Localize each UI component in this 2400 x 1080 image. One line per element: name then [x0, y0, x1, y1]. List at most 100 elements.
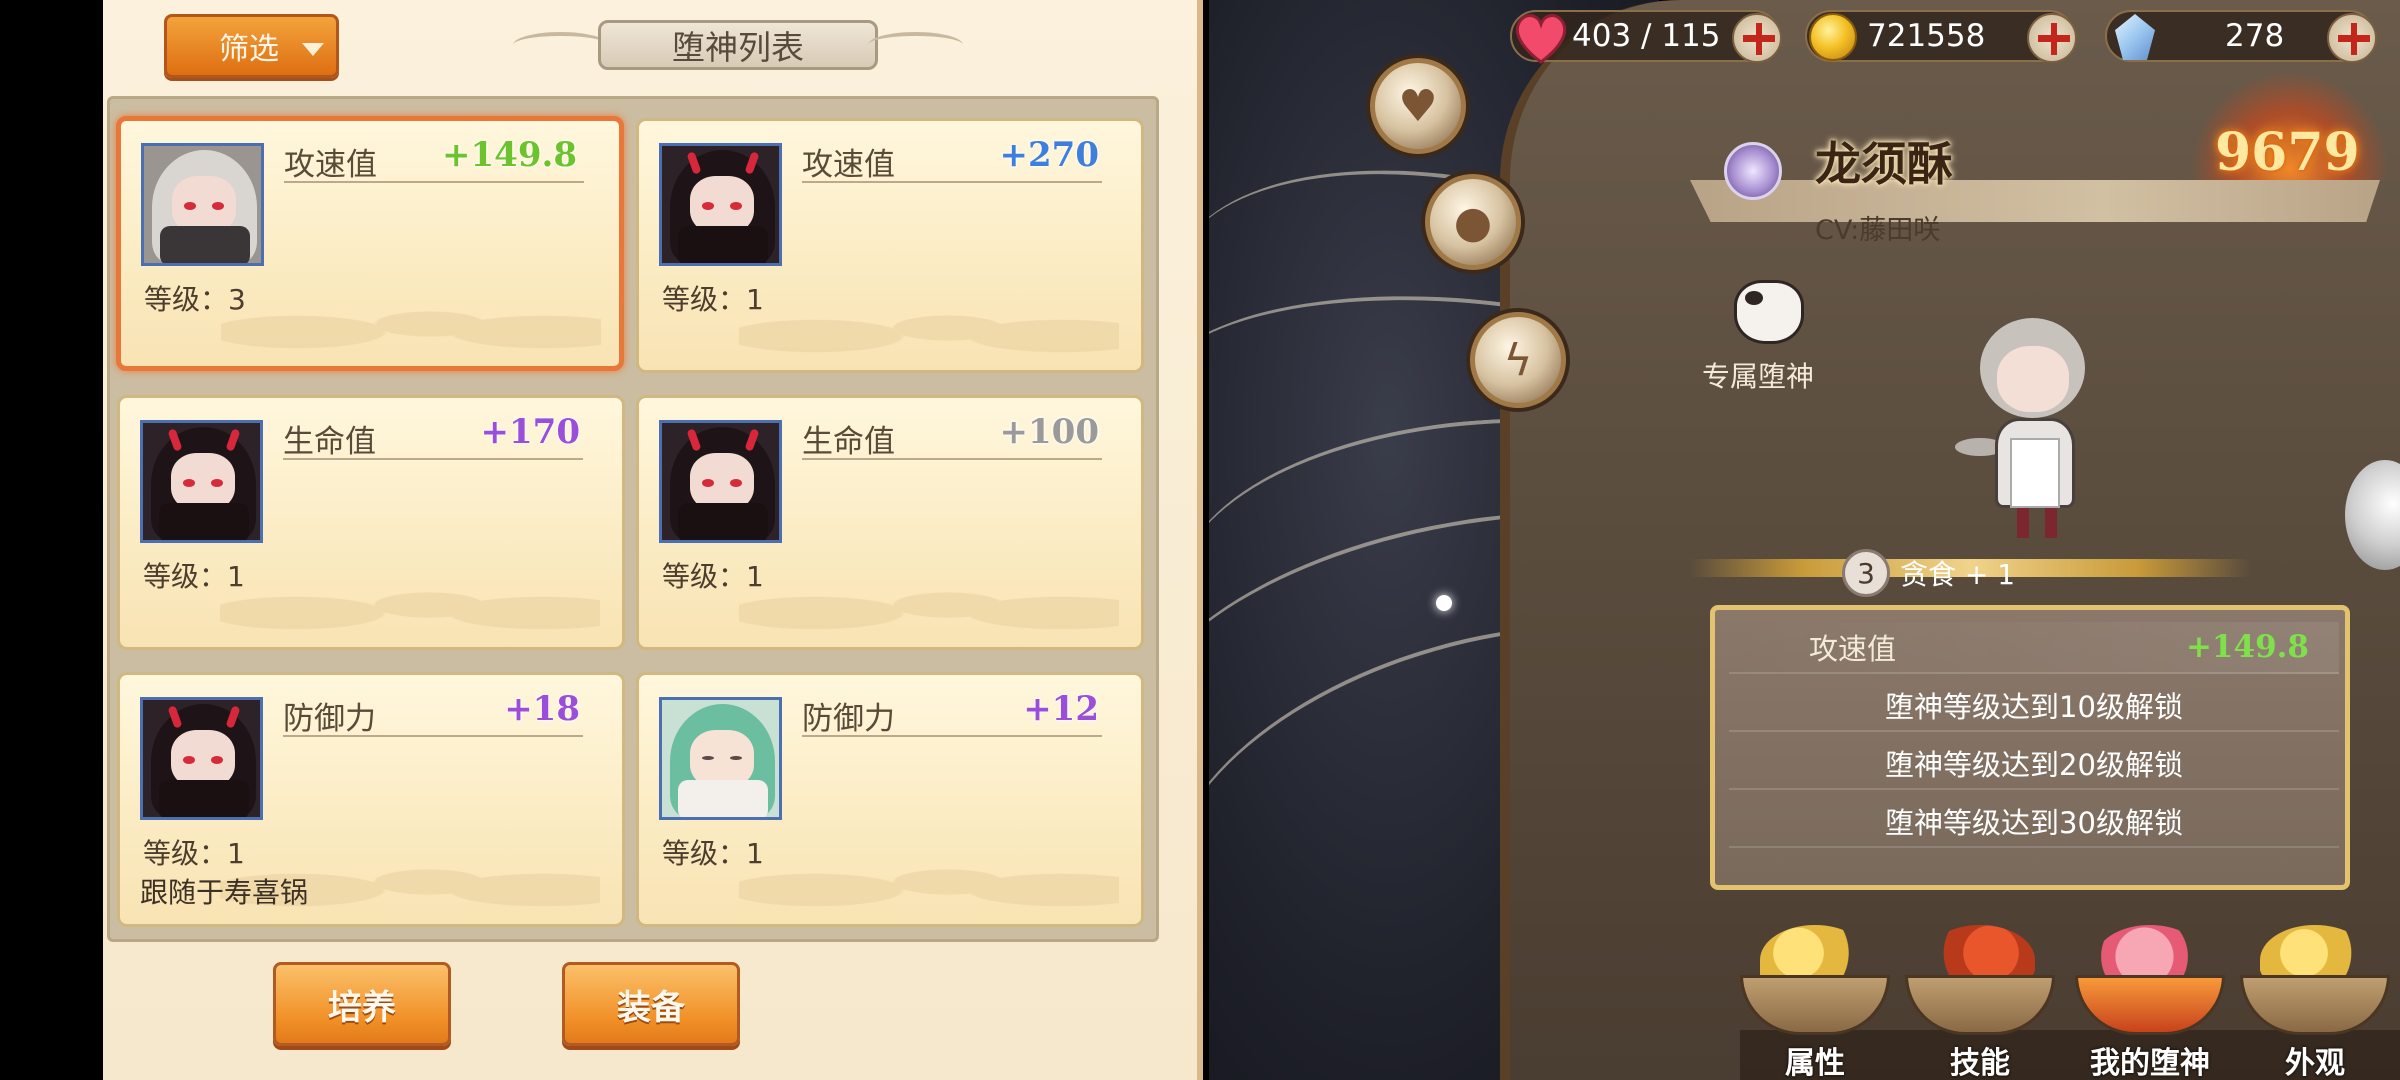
dull-god-card[interactable]: 防御力 +18 等级：1 跟随于寿喜锅 — [117, 672, 625, 927]
card-watermark — [739, 557, 1119, 637]
train-label: 培养 — [328, 987, 396, 1028]
dull-god-card[interactable]: 生命值 +170 等级：1 — [117, 395, 625, 650]
stamina-value: 403 / 115 — [1572, 18, 1721, 54]
stat-value: +170 — [480, 412, 580, 452]
level-text: 等级：1 — [143, 560, 245, 593]
exclusive-label: 专属堕神 — [1702, 360, 1815, 393]
train-button[interactable]: 培养 — [273, 962, 451, 1046]
coin-icon — [1809, 13, 1857, 61]
tab-skills[interactable] — [1905, 925, 2055, 1035]
tab-skills-label: 技能 — [1950, 1046, 2010, 1080]
equip-button[interactable]: 装备 — [562, 962, 740, 1046]
divider — [802, 458, 1102, 460]
list-title-plaque: 堕神列表 — [598, 20, 878, 70]
tab-appearance[interactable] — [2240, 925, 2390, 1035]
divider — [284, 181, 584, 183]
locked-text: 堕神等级达到10级解锁 — [1885, 690, 2183, 724]
demon-girl-icon — [140, 697, 263, 820]
level-text: 等级：3 — [144, 283, 246, 316]
level-text: 等级：1 — [662, 837, 764, 870]
maid-icon — [141, 143, 264, 266]
dull-god-card[interactable]: 生命值 +100 等级：1 — [636, 395, 1144, 650]
dull-god-card[interactable]: 攻速值 +149.8 等级：3 — [116, 116, 624, 371]
add-stamina-button[interactable] — [1732, 13, 1782, 63]
level-text: 等级：1 — [143, 837, 245, 870]
food-button[interactable]: ● — [1425, 174, 1521, 270]
attribute-name: 攻速值 — [1809, 632, 1897, 666]
gluttony-text: 贪食 + 1 — [1900, 558, 2016, 591]
gold-value: 721558 — [1867, 18, 1986, 54]
demon-girl-icon — [140, 420, 263, 543]
locked-attribute-row: 堕神等级达到10级解锁 — [1729, 680, 2339, 732]
stamina-counter: 403 / 115 — [1510, 10, 1782, 64]
tab-attributes[interactable] — [1740, 925, 1890, 1035]
heart-icon — [1515, 14, 1567, 64]
chibi-character — [1955, 318, 2105, 540]
heart-icon: ♥ — [1398, 80, 1438, 132]
stat-value: +149.8 — [442, 135, 577, 175]
stat-value: +18 — [504, 689, 580, 729]
favorite-button[interactable]: ♥ — [1370, 58, 1466, 154]
locked-text: 堕神等级达到30级解锁 — [1885, 806, 2183, 840]
attribute-row: 攻速值 +149.8 — [1729, 622, 2339, 674]
filter-button[interactable]: 筛选 — [164, 14, 339, 78]
light-orb — [1436, 595, 1452, 611]
divider — [802, 181, 1102, 183]
list-title-text: 堕神列表 — [672, 28, 804, 67]
crystal-icon — [2115, 14, 2155, 60]
stat-name: 攻速值 — [802, 147, 895, 183]
list-title: 堕神列表 — [513, 12, 963, 78]
divider — [802, 735, 1102, 737]
filter-label: 筛选 — [219, 32, 279, 67]
demon-girl-icon — [659, 420, 782, 543]
lightning-icon: ϟ — [1503, 334, 1533, 386]
game-screen: 筛选 堕神列表 攻速值 +149.8 等级：3 攻速值 +270 等级：1 生命… — [0, 0, 2400, 1080]
equip-label: 装备 — [617, 987, 685, 1028]
title-flourish-right — [868, 32, 963, 58]
gold-counter: 721558 — [1805, 10, 2077, 63]
dull-god-card[interactable]: 防御力 +12 等级：1 — [636, 672, 1144, 927]
add-gold-button[interactable] — [2027, 13, 2077, 63]
character-name: 龙须酥 — [1815, 137, 1953, 191]
stat-name: 生命值 — [283, 424, 376, 460]
card-watermark — [221, 276, 601, 356]
tab-attributes-label: 属性 — [1785, 1046, 1845, 1080]
attribute-value: +149.8 — [2185, 629, 2309, 665]
stat-value: +100 — [999, 412, 1099, 452]
stat-name: 生命值 — [802, 424, 895, 460]
chevron-down-icon — [302, 43, 324, 56]
crystal-value: 278 — [2225, 18, 2285, 54]
locked-text: 堕神等级达到20级解锁 — [1885, 748, 2183, 782]
divider — [283, 735, 583, 737]
crystal-counter: 278 — [2105, 10, 2377, 63]
name-ribbon — [1690, 180, 2380, 222]
level-text: 等级：1 — [662, 283, 764, 316]
locked-attribute-row: 堕神等级达到30级解锁 — [1729, 796, 2339, 848]
tab-my-dull-gods-label: 我的堕神 — [2090, 1046, 2210, 1080]
voice-actor: CV:藤田咲 — [1815, 215, 1941, 246]
stat-name: 防御力 — [802, 701, 895, 737]
attribute-box: 攻速值 +149.8 堕神等级达到10级解锁 堕神等级达到20级解锁 堕神等级达… — [1710, 605, 2350, 890]
gluttony-bar: 3 贪食 + 1 — [1690, 515, 2250, 597]
title-flourish-left — [513, 32, 608, 58]
level-text: 等级：1 — [662, 560, 764, 593]
green-hair-girl-icon — [659, 697, 782, 820]
dull-god-list-panel: 筛选 堕神列表 攻速值 +149.8 等级：3 攻速值 +270 等级：1 生命… — [103, 0, 1203, 1080]
card-watermark — [220, 557, 600, 637]
tab-my-dull-gods[interactable] — [2075, 925, 2225, 1035]
stat-value: +270 — [999, 135, 1099, 175]
add-crystal-button[interactable] — [2327, 13, 2377, 63]
follow-note: 跟随于寿喜锅 — [140, 876, 309, 909]
locked-attribute-row: 堕神等级达到20级解锁 — [1729, 738, 2339, 790]
stat-value: +12 — [1023, 689, 1099, 729]
divider — [283, 458, 583, 460]
cat-icon — [1734, 280, 1804, 344]
dull-god-card[interactable]: 攻速值 +270 等级：1 — [636, 118, 1144, 373]
power-value: 9679 — [2215, 122, 2360, 183]
tab-appearance-label: 外观 — [2285, 1046, 2345, 1080]
gluttony-level: 3 — [1842, 549, 1890, 597]
rank-medal-icon — [1724, 142, 1782, 200]
plate-icon: ● — [1453, 196, 1493, 248]
stat-name: 防御力 — [283, 701, 376, 737]
skill-button[interactable]: ϟ — [1470, 312, 1566, 408]
